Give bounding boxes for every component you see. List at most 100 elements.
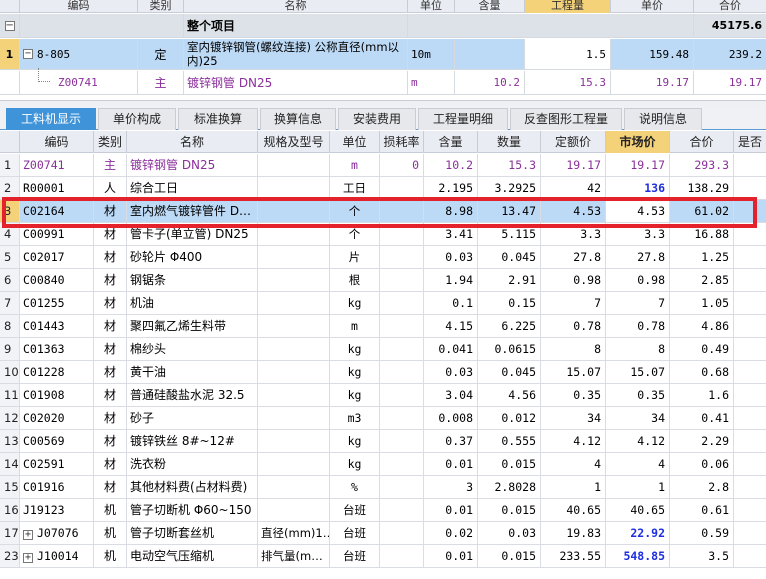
name-cell[interactable]: 普通硅酸盐水泥 32.5 (127, 384, 258, 406)
header-code[interactable]: 编码 (20, 131, 94, 153)
tab-installation-fee[interactable]: 安装费用 (338, 108, 416, 130)
item-quantity-input[interactable]: 1.5 (525, 39, 611, 69)
market-price-cell[interactable]: 136 (606, 177, 670, 199)
quantity-cell[interactable]: 0.045 (478, 361, 541, 383)
name-cell[interactable]: 电动空气压缩机 (127, 545, 258, 567)
market-price-cell[interactable]: 548.85 (606, 545, 670, 567)
top-header-quantity[interactable]: 工程量 (525, 0, 611, 13)
name-cell[interactable]: 洗衣粉 (127, 453, 258, 475)
quantity-cell[interactable]: 0.0615 (478, 338, 541, 360)
main-material-row[interactable]: Z00741 主 镀锌钢管 DN25 m 10.2 15.3 19.17 19.… (0, 71, 766, 95)
header-base-price[interactable]: 定额价 (541, 131, 606, 153)
quantity-cell[interactable]: 6.225 (478, 315, 541, 337)
quantity-cell[interactable]: 0.045 (478, 246, 541, 268)
quantity-cell[interactable]: 0.555 (478, 430, 541, 452)
market-price-cell[interactable]: 40.65 (606, 499, 670, 521)
name-cell[interactable]: 管子切断机 Φ60~150 (127, 499, 258, 521)
market-price-cell[interactable]: 3.3 (606, 223, 670, 245)
top-header-code[interactable]: 编码 (20, 0, 138, 13)
tab-quantity-details[interactable]: 工程量明细 (418, 108, 508, 130)
expand-icon[interactable]: + (23, 553, 33, 563)
header-content[interactable]: 含量 (424, 131, 478, 153)
name-cell[interactable]: 黄干油 (127, 361, 258, 383)
quantity-cell[interactable]: 2.91 (478, 269, 541, 291)
market-price-cell[interactable]: 0.78 (606, 315, 670, 337)
quantity-cell[interactable]: 0.03 (478, 522, 541, 544)
resource-row[interactable]: 8 C01443 材聚四氟乙烯生料带 m 4.15 6.225 0.78 0.78 4.86 (0, 315, 766, 338)
header-quantity[interactable]: 数量 (478, 131, 541, 153)
resource-row[interactable]: 10 C01228 材黄干油 kg 0.03 0.045 15.07 15.07 0.68 (0, 361, 766, 384)
quantity-cell[interactable]: 2.8028 (478, 476, 541, 498)
resource-row[interactable]: 12 C02020 材砂子 m3 0.008 0.012 34 34 0.41 (0, 407, 766, 430)
quota-item-row[interactable]: 1 − 8-805 定 室内镀锌钢管(螺纹连接) 公称直径(mm以 内)25 1… (0, 39, 766, 70)
resource-row[interactable]: 4 C00991 材管卡子(单立管) DN25 个 3.41 5.115 3.3 3.3 16.… (0, 223, 766, 246)
quantity-cell[interactable]: 0.15 (478, 292, 541, 314)
market-price-cell[interactable]: 19.17 (606, 154, 670, 176)
name-cell[interactable]: 镀锌钢管 DN25 (127, 154, 258, 176)
top-header-total[interactable]: 合价 (694, 0, 766, 13)
tab-labor-material-machine[interactable]: 工料机显示 (6, 108, 96, 130)
quantity-cell[interactable]: 0.012 (478, 407, 541, 429)
resource-row[interactable]: 3 C02164 材室内燃气镀锌管件 D… 个 8.98 13.47 4.53 4.53 61.… (0, 200, 766, 223)
resource-row[interactable]: 9 C01363 材棉纱头 kg 0.041 0.0615 8 8 0.49 (0, 338, 766, 361)
project-summary-row[interactable]: − 整个项目 45175.6 (0, 14, 766, 38)
header-type[interactable]: 类别 (94, 131, 127, 153)
resource-row[interactable]: 7 C01255 材机油 kg 0.1 0.15 7 7 1.05 (0, 292, 766, 315)
resource-row[interactable]: 6 C00840 材钢锯条根 1.94 2.91 0.98 0.98 2.85 (0, 269, 766, 292)
market-price-cell[interactable]: 4.12 (606, 430, 670, 452)
header-market-price[interactable]: 市场价 (606, 131, 670, 153)
quantity-cell[interactable]: 0.015 (478, 453, 541, 475)
name-cell[interactable]: 砂子 (127, 407, 258, 429)
collapse-icon[interactable]: − (4, 20, 15, 31)
collapse-icon[interactable]: − (23, 49, 33, 59)
market-price-cell[interactable]: 27.8 (606, 246, 670, 268)
resource-row[interactable]: 23 + J10014 机电动空气压缩机 排气量(m… 台班 0.01 0.015 233.55… (0, 545, 766, 568)
tab-conversion-info[interactable]: 换算信息 (260, 108, 336, 130)
header-spec[interactable]: 规格及型号 (258, 131, 330, 153)
name-cell[interactable]: 镀锌铁丝 8#~12# (127, 430, 258, 452)
market-price-cell[interactable]: 0.98 (606, 269, 670, 291)
top-header-content[interactable]: 含量 (455, 0, 525, 13)
name-cell[interactable]: 室内燃气镀锌管件 D… (127, 200, 258, 222)
quantity-cell[interactable]: 4.56 (478, 384, 541, 406)
name-cell[interactable]: 钢锯条 (127, 269, 258, 291)
top-header-price[interactable]: 单价 (611, 0, 694, 13)
tab-standard-conversion[interactable]: 标准换算 (178, 108, 258, 130)
top-header-name[interactable]: 名称 (184, 0, 408, 13)
name-cell[interactable]: 棉纱头 (127, 338, 258, 360)
market-price-cell[interactable]: 1 (606, 476, 670, 498)
resource-row[interactable]: 17 + J07076 机管子切断套丝机 直径(mm)1… 台班 0.02 0.03 19.83… (0, 522, 766, 545)
market-price-cell[interactable]: 22.92 (606, 522, 670, 544)
market-price-cell[interactable]: 4.53 (606, 200, 670, 222)
name-cell[interactable]: 综合工日 (127, 177, 258, 199)
resource-row[interactable]: 5 C02017 材砂轮片 Φ400 片 0.03 0.045 27.8 27.8 1.25 (0, 246, 766, 269)
header-is-flag[interactable]: 是否 (734, 131, 766, 153)
name-cell[interactable]: 管卡子(单立管) DN25 (127, 223, 258, 245)
resource-row[interactable]: 2 R00001 人综合工日 工日 2.195 3.2925 42 136 138.29 (0, 177, 766, 200)
resource-row[interactable]: 14 C02591 材洗衣粉 kg 0.01 0.015 4 4 0.06 (0, 453, 766, 476)
quantity-cell[interactable]: 3.2925 (478, 177, 541, 199)
quantity-cell[interactable]: 13.47 (478, 200, 541, 222)
market-price-cell[interactable]: 15.07 (606, 361, 670, 383)
header-total[interactable]: 合价 (670, 131, 734, 153)
market-price-cell[interactable]: 7 (606, 292, 670, 314)
market-price-cell[interactable]: 8 (606, 338, 670, 360)
quantity-cell[interactable]: 0.015 (478, 545, 541, 567)
market-price-cell[interactable]: 4 (606, 453, 670, 475)
name-cell[interactable]: 机油 (127, 292, 258, 314)
name-cell[interactable]: 砂轮片 Φ400 (127, 246, 258, 268)
resource-row[interactable]: 13 C00569 材镀锌铁丝 8#~12# kg 0.37 0.555 4.12 4.12 2… (0, 430, 766, 453)
tab-reverse-graphic-quantity[interactable]: 反查图形工程量 (510, 108, 622, 130)
resource-row[interactable]: 16 J19123 机管子切断机 Φ60~150 台班 0.01 0.015 40.65 40… (0, 499, 766, 522)
resource-row[interactable]: 11 C01908 材普通硅酸盐水泥 32.5 kg 3.04 4.56 0.35 0.35 1… (0, 384, 766, 407)
tab-unit-price-composition[interactable]: 单价构成 (98, 108, 176, 130)
quantity-cell[interactable]: 5.115 (478, 223, 541, 245)
top-header-unit[interactable]: 单位 (408, 0, 455, 13)
expand-icon[interactable]: + (23, 530, 33, 540)
header-name[interactable]: 名称 (127, 131, 258, 153)
resource-row[interactable]: 1 Z00741 主镀锌钢管 DN25 m 0 10.2 15.3 19.17 19.17 293… (0, 154, 766, 177)
top-header-type[interactable]: 类别 (138, 0, 184, 13)
header-unit[interactable]: 单位 (330, 131, 380, 153)
header-loss-rate[interactable]: 损耗率 (380, 131, 424, 153)
market-price-cell[interactable]: 0.35 (606, 384, 670, 406)
